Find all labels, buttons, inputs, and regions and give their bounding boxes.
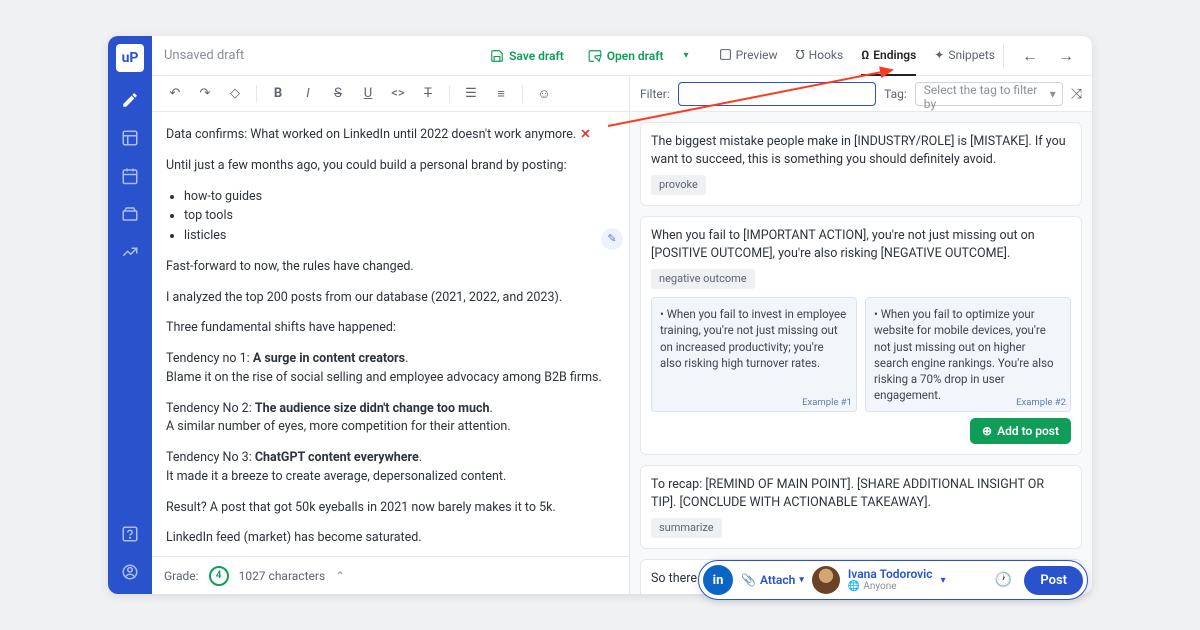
tag-label: Tag: xyxy=(884,87,907,101)
open-draft-dropdown[interactable]: ▾ xyxy=(680,50,693,61)
schedule-icon[interactable]: 🕐 xyxy=(995,572,1012,588)
tag-chip: provoke xyxy=(651,175,706,195)
post-button[interactable]: Post xyxy=(1024,566,1083,595)
attach-button[interactable]: 📎Attach▾ xyxy=(741,573,804,587)
eraser-icon[interactable]: ◇ xyxy=(222,81,248,107)
numbered-list-icon[interactable]: ≡ xyxy=(488,81,514,107)
post-bar: in 📎Attach▾ Ivana Todorovic 🌐 Anyone ▾ 🕐… xyxy=(698,560,1088,600)
redo-icon[interactable]: ↷ xyxy=(192,81,218,107)
user-selector[interactable]: Ivana Todorovic 🌐 Anyone xyxy=(848,568,933,592)
nav-back-icon[interactable]: ← xyxy=(1016,44,1044,68)
editor-column: ↶ ↷ ◇ B I S U <> T ☰ ≡ ☺ ✎ xyxy=(152,76,630,594)
user-avatar[interactable] xyxy=(812,566,840,594)
tab-snippets[interactable]: ✦Snippets xyxy=(934,36,995,76)
tag-chip: summarize xyxy=(651,518,722,538)
filter-input[interactable] xyxy=(678,82,876,106)
example-block: • When you fail to invest in employee tr… xyxy=(651,297,857,412)
tag-chip: negative outcome xyxy=(651,269,755,289)
filter-label: Filter: xyxy=(640,87,670,101)
error-x-icon: ✕ xyxy=(580,127,590,142)
clear-format-icon[interactable]: T xyxy=(415,81,441,107)
app-logo[interactable]: uP xyxy=(116,44,144,72)
main-area: Unsaved draft Save draft Open draft ▾ Pr… xyxy=(152,36,1092,594)
shuffle-icon[interactable]: ⤨ xyxy=(1071,86,1082,102)
draft-title: Unsaved draft xyxy=(164,48,474,63)
save-draft-button[interactable]: Save draft xyxy=(482,45,572,67)
code-icon[interactable]: <> xyxy=(385,81,411,107)
bold-icon[interactable]: B xyxy=(265,81,291,107)
left-sidebar: uP xyxy=(108,36,152,594)
formatting-toolbar: ↶ ↷ ◇ B I S U <> T ☰ ≡ ☺ xyxy=(152,76,629,112)
linkedin-icon[interactable]: in xyxy=(703,565,733,595)
tag-select[interactable]: Select the tag to filter by▾ xyxy=(915,82,1063,106)
ai-assist-icon[interactable]: ✎ xyxy=(601,228,623,250)
undo-icon[interactable]: ↶ xyxy=(162,81,188,107)
snippet-card[interactable]: To recap: [REMIND OF MAIN POINT]. [SHARE… xyxy=(640,465,1082,549)
add-to-post-button[interactable]: ⊕Add to post xyxy=(970,418,1071,444)
expand-icon[interactable]: ⌃ xyxy=(335,569,345,583)
tab-endings[interactable]: ΩEndings xyxy=(861,36,916,76)
snippets-column: Filter: Tag: Select the tag to filter by… xyxy=(630,76,1092,594)
top-toolbar: Unsaved draft Save draft Open draft ▾ Pr… xyxy=(152,36,1092,76)
profile-icon[interactable] xyxy=(120,562,140,582)
snippet-card[interactable]: The biggest mistake people make in [INDU… xyxy=(640,122,1082,206)
italic-icon[interactable]: I xyxy=(295,81,321,107)
grade-label: Grade: xyxy=(164,569,199,583)
calendar-icon[interactable] xyxy=(120,166,140,186)
editor-body[interactable]: ✎ Data confirms: What worked on LinkedIn… xyxy=(152,112,629,556)
tab-preview[interactable]: Preview xyxy=(719,36,778,76)
grade-bar: Grade: 4 1027 characters ⌃ xyxy=(152,556,629,594)
archive-icon[interactable] xyxy=(120,204,140,224)
underline-icon[interactable]: U xyxy=(355,81,381,107)
edit-icon[interactable] xyxy=(120,90,140,110)
app-window: uP Unsaved draft Save draft Open draft ▾… xyxy=(108,36,1092,594)
analytics-icon[interactable] xyxy=(120,242,140,262)
cards-list: The biggest mistake people make in [INDU… xyxy=(630,112,1092,594)
nav-forward-icon[interactable]: → xyxy=(1052,44,1080,68)
example-block: • When you fail to optimize your website… xyxy=(865,297,1071,412)
char-count: 1027 characters xyxy=(239,569,326,583)
bullet-list-icon[interactable]: ☰ xyxy=(458,81,484,107)
filter-row: Filter: Tag: Select the tag to filter by… xyxy=(630,76,1092,112)
help-icon[interactable] xyxy=(120,524,140,544)
snippet-card[interactable]: When you fail to [IMPORTANT ACTION], you… xyxy=(640,216,1082,455)
emoji-icon[interactable]: ☺ xyxy=(531,81,557,107)
open-draft-button[interactable]: Open draft xyxy=(580,45,672,67)
dashboard-icon[interactable] xyxy=(120,128,140,148)
content-split: ↶ ↷ ◇ B I S U <> T ☰ ≡ ☺ ✎ xyxy=(152,76,1092,594)
strikethrough-icon[interactable]: S xyxy=(325,81,351,107)
tab-hooks[interactable]: ℧Hooks xyxy=(796,36,844,76)
grade-score[interactable]: 4 xyxy=(209,566,229,586)
